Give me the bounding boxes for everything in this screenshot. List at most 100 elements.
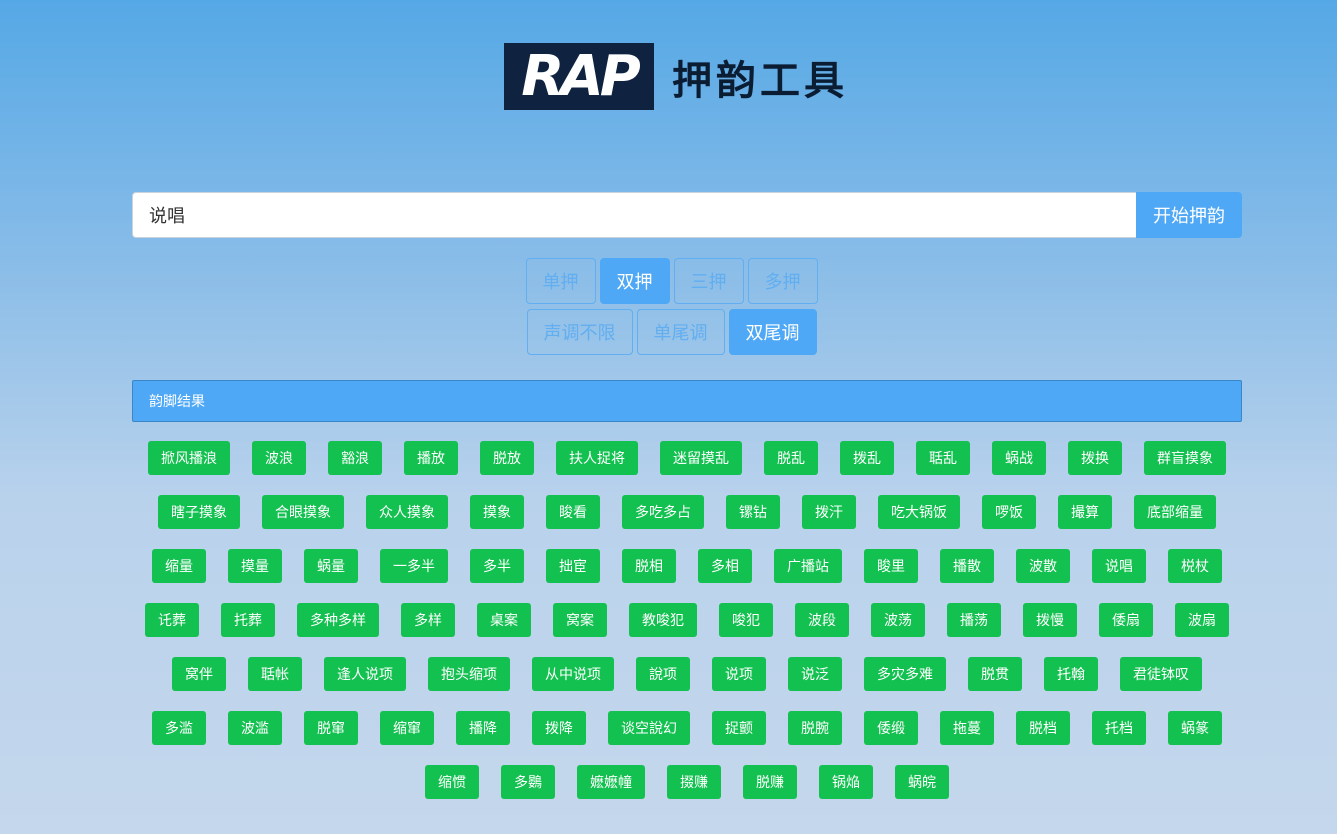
rhyme-word-tag[interactable]: 桌案 — [477, 603, 531, 637]
rhyme-word-tag[interactable]: 拖蔓 — [940, 711, 994, 745]
rhyme-word-tag[interactable]: 倭缎 — [864, 711, 918, 745]
option-single-tail-tone[interactable]: 单尾调 — [636, 309, 725, 355]
rhyme-word-tag[interactable]: 拨汗 — [802, 495, 856, 529]
rhyme-word-tag[interactable]: 托翰 — [1044, 657, 1098, 691]
rhyme-word-tag[interactable]: 播放 — [404, 441, 458, 475]
rhyme-word-tag[interactable]: 讬葬 — [145, 603, 199, 637]
rhyme-word-tag[interactable]: 播散 — [940, 549, 994, 583]
search-input[interactable] — [132, 192, 1136, 238]
rhyme-word-tag[interactable]: 窝伴 — [172, 657, 226, 691]
rhyme-word-tag[interactable]: 扶人捉将 — [556, 441, 638, 475]
option-double-tail-tone[interactable]: 双尾调 — [728, 309, 817, 355]
rhyme-word-tag[interactable]: 脱放 — [480, 441, 534, 475]
rhyme-word-tag[interactable]: 波荡 — [871, 603, 925, 637]
rhyme-word-tag[interactable]: 托葬 — [221, 603, 275, 637]
option-any-tone[interactable]: 声调不限 — [526, 309, 633, 355]
rhyme-word-tag[interactable]: 合眼摸象 — [262, 495, 344, 529]
rhyme-type-group: 单押 双押 三押 多押 — [0, 258, 1337, 304]
rhyme-word-tag[interactable]: 谈空說幻 — [608, 711, 690, 745]
rhyme-word-tag[interactable]: 波浪 — [252, 441, 306, 475]
rhyme-word-tag[interactable]: 缩量 — [152, 549, 206, 583]
rhyme-word-tag[interactable]: 波滥 — [228, 711, 282, 745]
rhyme-word-tag[interactable]: 窝案 — [553, 603, 607, 637]
rhyme-word-tag[interactable]: 说泛 — [788, 657, 842, 691]
rhyme-word-tag[interactable]: 啰饭 — [982, 495, 1036, 529]
rhyme-word-tag[interactable]: 播荡 — [947, 603, 1001, 637]
rhyme-word-tag[interactable]: 多样 — [401, 603, 455, 637]
rhyme-word-tag[interactable]: 聒乱 — [916, 441, 970, 475]
rhyme-word-tag[interactable]: 蜗量 — [304, 549, 358, 583]
rhyme-word-tag[interactable]: 说唱 — [1092, 549, 1146, 583]
results-row: 掀风播浪 波浪 豁浪 播放 脱放 扶人捉将 迷留摸乱 脱乱 拨乱 聒乱 蜗战 拨换 群盲摸象 — [132, 441, 1242, 475]
rhyme-word-tag[interactable]: 脱窜 — [304, 711, 358, 745]
rhyme-word-tag[interactable]: 缩窜 — [380, 711, 434, 745]
rhyme-word-tag[interactable]: 脱腕 — [788, 711, 842, 745]
rhyme-word-tag[interactable]: 波扇 — [1175, 603, 1229, 637]
rhyme-word-tag[interactable]: 蜗皖 — [895, 765, 949, 799]
option-triple-rhyme[interactable]: 三押 — [673, 258, 744, 304]
rhyme-word-tag[interactable]: 多灾多难 — [864, 657, 946, 691]
rhyme-word-tag[interactable]: 多鷃 — [501, 765, 555, 799]
rhyme-word-tag[interactable]: 多半 — [470, 549, 524, 583]
rhyme-word-tag[interactable]: 众人摸象 — [366, 495, 448, 529]
rhyme-word-tag[interactable]: 脱赚 — [743, 765, 797, 799]
option-double-rhyme[interactable]: 双押 — [599, 258, 670, 304]
rhyme-word-tag[interactable]: 一多半 — [380, 549, 448, 583]
rhyme-word-tag[interactable]: 说项 — [712, 657, 766, 691]
rhyme-word-tag[interactable]: 撮算 — [1058, 495, 1112, 529]
rhyme-word-tag[interactable]: 捉颤 — [712, 711, 766, 745]
rhyme-word-tag[interactable]: 說项 — [636, 657, 690, 691]
rhyme-word-tag[interactable]: 拨换 — [1068, 441, 1122, 475]
rhyme-word-tag[interactable]: 多种多样 — [297, 603, 379, 637]
rhyme-word-tag[interactable]: 播降 — [456, 711, 510, 745]
rhyme-word-tag[interactable]: 拨乱 — [840, 441, 894, 475]
rhyme-word-tag[interactable]: 多吃多占 — [622, 495, 704, 529]
rhyme-word-tag[interactable]: 掀风播浪 — [148, 441, 230, 475]
rhyme-word-tag[interactable]: 缩惯 — [425, 765, 479, 799]
rhyme-word-tag[interactable]: 掇赚 — [667, 765, 721, 799]
tone-type-group: 声调不限 单尾调 双尾调 — [0, 309, 1337, 355]
rhyme-word-tag[interactable]: 广播站 — [774, 549, 842, 583]
rap-logo: RAP — [504, 43, 654, 110]
rhyme-word-tag[interactable]: 豁浪 — [328, 441, 382, 475]
rhyme-word-tag[interactable]: 脱贯 — [968, 657, 1022, 691]
rhyme-word-tag[interactable]: 托档 — [1092, 711, 1146, 745]
rhyme-word-tag[interactable]: 唆犯 — [719, 603, 773, 637]
rhyme-word-tag[interactable]: 脱相 — [622, 549, 676, 583]
rhyme-word-tag[interactable]: 镙钻 — [726, 495, 780, 529]
rhyme-word-tag[interactable]: 从中说项 — [532, 657, 614, 691]
rhyme-word-tag[interactable]: 教唆犯 — [629, 603, 697, 637]
option-multi-rhyme[interactable]: 多押 — [747, 258, 818, 304]
rhyme-word-tag[interactable]: 波散 — [1016, 549, 1070, 583]
rhyme-word-tag[interactable]: 君徒钵叹 — [1120, 657, 1202, 691]
rhyme-word-tag[interactable]: 睃看 — [546, 495, 600, 529]
rhyme-word-tag[interactable]: 摸象 — [470, 495, 524, 529]
rhyme-word-tag[interactable]: 嬷嬷幢 — [577, 765, 645, 799]
rhyme-word-tag[interactable]: 脱档 — [1016, 711, 1070, 745]
rhyme-word-tag[interactable]: 瞎子摸象 — [158, 495, 240, 529]
rhyme-word-tag[interactable]: 逢人说项 — [324, 657, 406, 691]
rhyme-word-tag[interactable]: 迷留摸乱 — [660, 441, 742, 475]
start-rhyme-button[interactable]: 开始押韵 — [1136, 192, 1242, 238]
rhyme-word-tag[interactable]: 底部缩量 — [1134, 495, 1216, 529]
rhyme-word-tag[interactable]: 蜗战 — [992, 441, 1046, 475]
rhyme-word-tag[interactable]: 锅焔 — [819, 765, 873, 799]
rhyme-word-tag[interactable]: 波段 — [795, 603, 849, 637]
rhyme-word-tag[interactable]: 群盲摸象 — [1144, 441, 1226, 475]
rhyme-word-tag[interactable]: 聒帐 — [248, 657, 302, 691]
rhyme-word-tag[interactable]: 抱头缩项 — [428, 657, 510, 691]
rhyme-word-tag[interactable]: 摸量 — [228, 549, 282, 583]
rhyme-word-tag[interactable]: 多滥 — [152, 711, 206, 745]
rhyme-word-tag[interactable]: 脱乱 — [764, 441, 818, 475]
rhyme-word-tag[interactable]: 倭扇 — [1099, 603, 1153, 637]
rhyme-word-tag[interactable]: 吃大锅饭 — [878, 495, 960, 529]
rhyme-word-tag[interactable]: 拨降 — [532, 711, 586, 745]
rhyme-word-tag[interactable]: 拙宦 — [546, 549, 600, 583]
rhyme-word-tag[interactable]: 棁杖 — [1168, 549, 1222, 583]
rhyme-word-tag[interactable]: 睃里 — [864, 549, 918, 583]
results-row: 缩惯 多鷃 嬷嬷幢 掇赚 脱赚 锅焔 蜗皖 — [132, 765, 1242, 799]
option-single-rhyme[interactable]: 单押 — [525, 258, 596, 304]
rhyme-word-tag[interactable]: 蜗篆 — [1168, 711, 1222, 745]
rhyme-word-tag[interactable]: 多相 — [698, 549, 752, 583]
rhyme-word-tag[interactable]: 拨慢 — [1023, 603, 1077, 637]
